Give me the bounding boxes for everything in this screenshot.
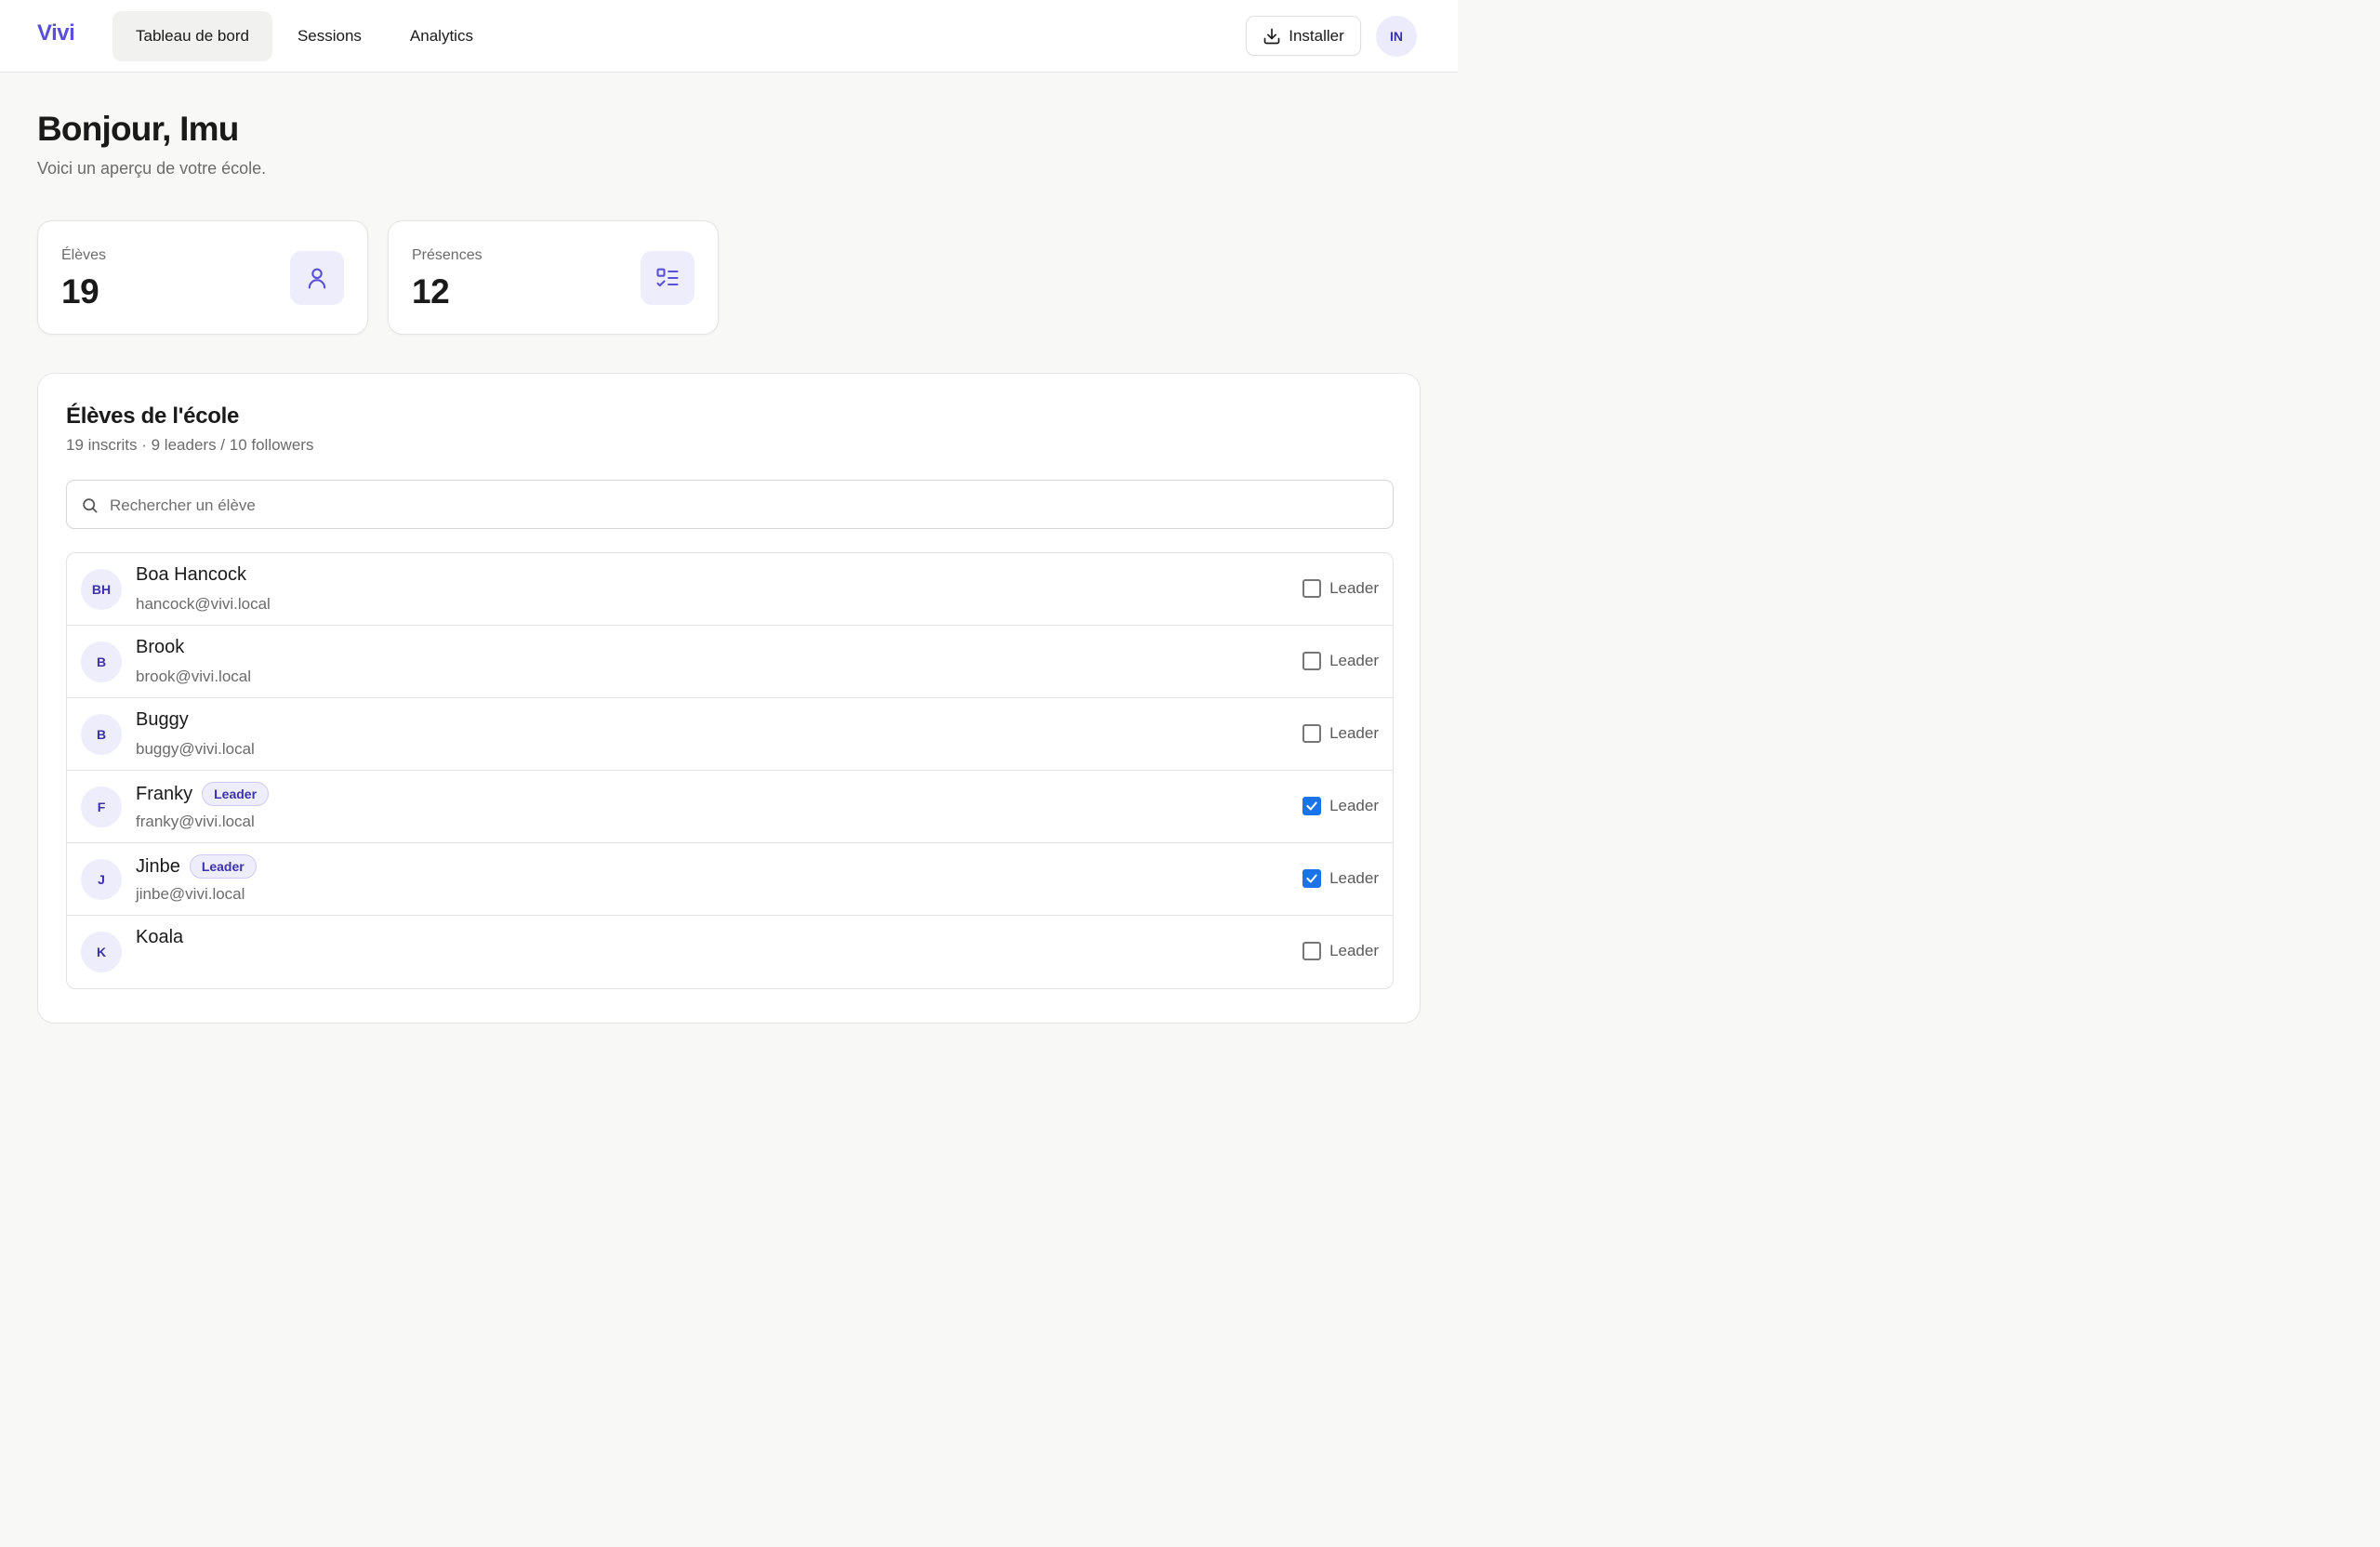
student-avatar: B	[81, 714, 122, 755]
student-name: Koala	[136, 927, 184, 947]
student-email: hancock@vivi.local	[136, 595, 271, 613]
stat-card-attendance: Présences 12	[388, 220, 719, 335]
leader-toggle[interactable]: Leader	[1302, 579, 1379, 598]
students-summary: 19 inscrits · 9 leaders / 10 followers	[66, 436, 314, 454]
student-row[interactable]: B Brook brook@vivi.local Leader	[67, 626, 1393, 698]
app-logo[interactable]: Vivi	[37, 20, 75, 46]
main-nav: Tableau de bord Sessions Analytics	[112, 11, 496, 61]
install-button-label: Installer	[1289, 26, 1344, 45]
checkmark-icon	[1306, 874, 1317, 883]
student-avatar: BH	[81, 569, 122, 610]
student-email: franky@vivi.local	[136, 813, 255, 830]
top-navigation-bar: Vivi Tableau de bord Sessions Analytics …	[0, 0, 1458, 73]
student-name-line: Koala	[136, 927, 183, 948]
download-icon	[1263, 28, 1280, 44]
student-row[interactable]: F Franky Leader franky@vivi.local Leader	[67, 771, 1393, 843]
leader-toggle[interactable]: Leader	[1302, 724, 1379, 743]
leader-toggle[interactable]: Leader	[1302, 797, 1379, 815]
student-avatar: J	[81, 859, 122, 900]
student-row[interactable]: K Koala Leader	[67, 916, 1393, 988]
student-list: BH Boa Hancock hancock@vivi.local Leader B Br…	[66, 552, 1394, 989]
student-name-line: Boa Hancock	[136, 564, 246, 586]
student-email: brook@vivi.local	[136, 668, 252, 685]
leader-checkbox[interactable]	[1302, 652, 1322, 670]
leader-toggle[interactable]: Leader	[1302, 652, 1379, 670]
page-subtitle: Voici un aperçu de votre école.	[37, 159, 267, 178]
nav-tab-analytics[interactable]: Analytics	[387, 11, 496, 61]
stat-value: 12	[412, 272, 450, 311]
leader-toggle-label: Leader	[1329, 652, 1379, 669]
leader-toggle-label: Leader	[1329, 869, 1379, 887]
leader-toggle[interactable]: Leader	[1302, 942, 1379, 960]
student-row[interactable]: BH Boa Hancock hancock@vivi.local Leader	[67, 553, 1393, 626]
leader-badge: Leader	[189, 854, 257, 879]
leader-toggle-label: Leader	[1329, 797, 1379, 814]
stat-label: Présences	[412, 247, 483, 263]
student-name-line: Franky Leader	[136, 782, 270, 806]
student-row[interactable]: B Buggy buggy@vivi.local Leader	[67, 698, 1393, 771]
install-button[interactable]: Installer	[1246, 16, 1361, 56]
leader-toggle-label: Leader	[1329, 724, 1379, 742]
leader-toggle[interactable]: Leader	[1302, 869, 1379, 888]
leader-toggle-label: Leader	[1329, 942, 1379, 959]
student-name: Franky	[136, 783, 193, 804]
student-name: Boa Hancock	[136, 564, 246, 585]
student-name: Buggy	[136, 709, 189, 730]
students-panel-title: Élèves de l'école	[66, 403, 240, 429]
nav-tab-dashboard[interactable]: Tableau de bord	[112, 11, 272, 61]
students-panel: Élèves de l'école 19 inscrits · 9 leader…	[37, 373, 1421, 1024]
student-avatar: F	[81, 787, 122, 827]
user-icon	[290, 251, 344, 305]
student-row[interactable]: J Jinbe Leader jinbe@vivi.local Leader	[67, 843, 1393, 916]
leader-badge: Leader	[202, 782, 270, 806]
nav-tab-sessions[interactable]: Sessions	[274, 11, 385, 61]
user-avatar[interactable]: IN	[1376, 16, 1417, 57]
leader-checkbox[interactable]	[1302, 869, 1322, 888]
stat-card-students: Élèves 19	[37, 220, 368, 335]
student-name-line: Brook	[136, 637, 184, 658]
stat-value: 19	[61, 272, 99, 311]
student-avatar: K	[81, 932, 122, 972]
search-icon	[83, 498, 98, 513]
student-search-box	[66, 480, 1394, 530]
checklist-icon	[641, 251, 694, 305]
leader-checkbox[interactable]	[1302, 579, 1322, 598]
student-name: Brook	[136, 637, 185, 657]
student-name: Jinbe	[136, 855, 180, 877]
student-avatar: B	[81, 641, 122, 682]
checkmark-icon	[1306, 801, 1317, 811]
leader-checkbox[interactable]	[1302, 797, 1322, 815]
student-search-input[interactable]	[108, 481, 1376, 530]
student-name-line: Buggy	[136, 709, 189, 731]
student-name-line: Jinbe Leader	[136, 854, 257, 879]
student-email: jinbe@vivi.local	[136, 885, 245, 903]
leader-toggle-label: Leader	[1329, 579, 1379, 597]
student-email: buggy@vivi.local	[136, 740, 255, 758]
leader-checkbox[interactable]	[1302, 942, 1322, 960]
stat-label: Élèves	[61, 247, 107, 263]
page-title: Bonjour, Imu	[37, 110, 239, 148]
leader-checkbox[interactable]	[1302, 724, 1322, 743]
